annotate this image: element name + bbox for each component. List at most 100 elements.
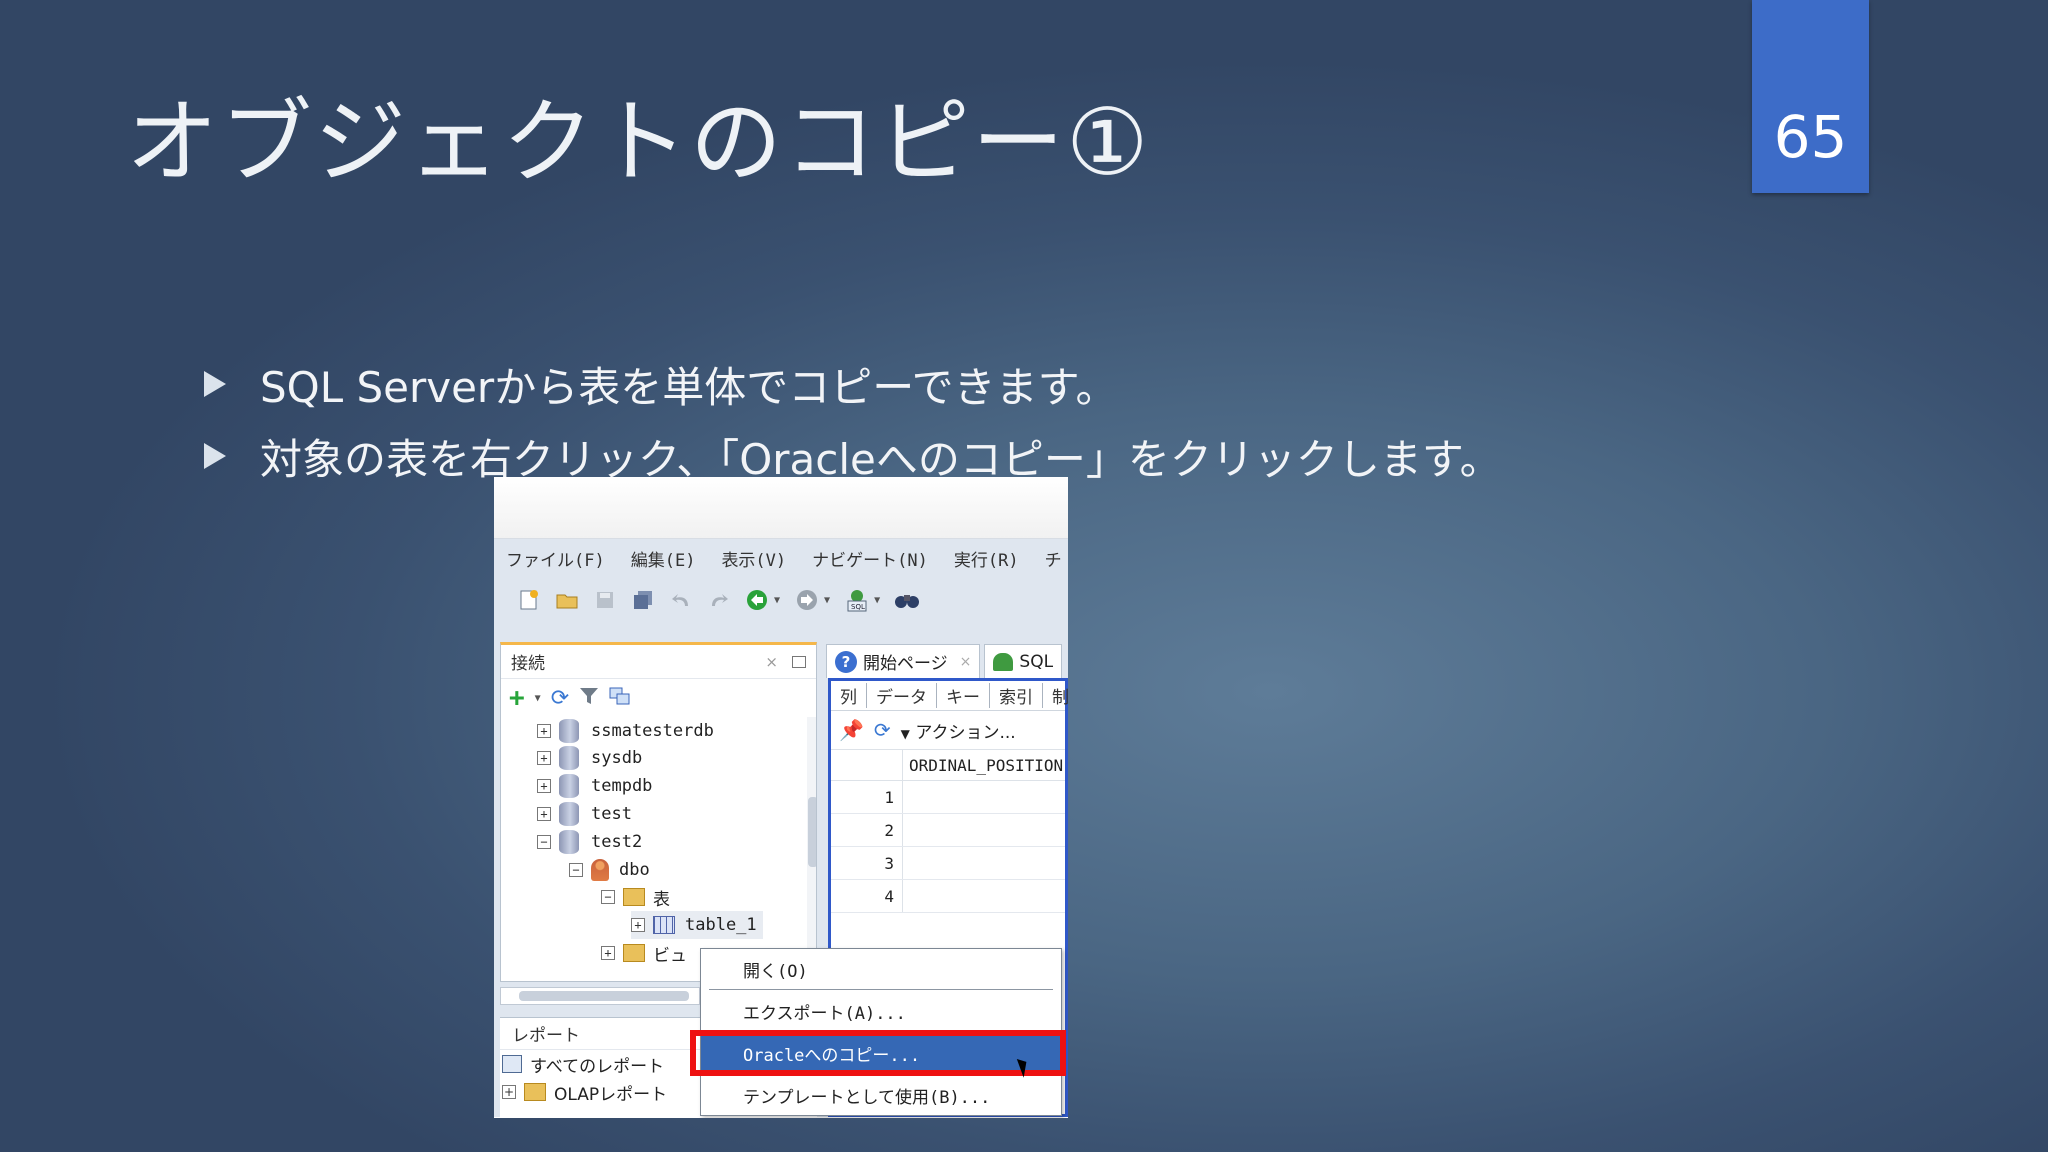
tree-node-test[interactable]: + test — [537, 800, 632, 828]
table-row[interactable]: 1 — [831, 781, 1065, 814]
new-file-icon[interactable] — [516, 587, 542, 613]
undo-icon[interactable] — [668, 587, 694, 613]
column-header-ordinal-position[interactable]: ORDINAL_POSITION — [903, 756, 1063, 775]
table-icon — [653, 916, 675, 934]
connection-tree: + ssmatesterdb + sysdb + tempdb + test − test… — [501, 717, 801, 981]
subtab-keys[interactable]: キー — [937, 683, 990, 708]
toolbar: ▼ ▼ SQL ▼ — [494, 577, 1068, 623]
refresh-icon[interactable]: ⟳ — [551, 686, 569, 711]
row-number: 2 — [831, 814, 903, 846]
tree-vertical-scrollbar[interactable] — [807, 717, 816, 981]
schema-user-icon — [591, 859, 609, 881]
tree-node-ssmatesterdb[interactable]: + ssmatesterdb — [537, 717, 714, 745]
table-row[interactable]: 2 — [831, 814, 1065, 847]
tab-start-page[interactable]: ? 開始ページ × — [826, 644, 981, 678]
menu-view[interactable]: 表示(V) — [721, 546, 786, 571]
expand-icon[interactable]: + — [631, 918, 645, 932]
row-number-header — [831, 750, 903, 780]
tree-node-tempdb[interactable]: + tempdb — [537, 772, 652, 800]
save-icon[interactable] — [592, 587, 618, 613]
tree-node-test2[interactable]: − test2 — [537, 828, 642, 856]
expand-icon[interactable]: + — [537, 807, 551, 821]
scroll-thumb[interactable] — [808, 797, 816, 867]
subtab-columns[interactable]: 列 — [831, 683, 867, 708]
bullet-list: SQL Serverから表を単体でコピーできます。 対象の表を右クリック、「Or… — [200, 348, 1502, 492]
expand-icon[interactable]: + — [537, 724, 551, 738]
sql-dropdown-icon[interactable]: ▼ — [874, 595, 880, 606]
save-all-icon[interactable] — [630, 587, 656, 613]
filter-icon[interactable] — [579, 686, 599, 710]
expand-icon[interactable]: + — [502, 1085, 516, 1099]
highlight-box — [690, 1030, 1066, 1076]
add-dropdown-icon[interactable]: ▼ — [535, 693, 541, 704]
actions-dropdown[interactable]: ▼ アクション... — [901, 718, 1016, 743]
row-number: 1 — [831, 781, 903, 813]
close-icon[interactable]: × — [765, 653, 778, 671]
close-tab-icon[interactable]: × — [960, 654, 972, 670]
expand-icon[interactable]: + — [601, 946, 615, 960]
tree-node-dbo[interactable]: − dbo — [569, 856, 650, 884]
redo-icon[interactable] — [706, 587, 732, 613]
expand-icon[interactable]: + — [537, 779, 551, 793]
open-folder-icon[interactable] — [554, 587, 580, 613]
collapse-icon[interactable]: − — [601, 890, 615, 904]
tree-label: tempdb — [591, 776, 653, 796]
forward-dropdown-icon[interactable]: ▼ — [824, 595, 830, 606]
menu-navigate[interactable]: ナビゲート(N) — [812, 546, 928, 571]
tree-node-views[interactable]: + ビュ — [601, 939, 687, 967]
menu-item-use-as-template[interactable]: テンプレートとして使用(B)... — [701, 1075, 1061, 1115]
add-connection-icon[interactable]: + — [509, 685, 525, 711]
tree-label: ビュ — [653, 945, 687, 966]
tab-sql[interactable]: SQL — [984, 644, 1063, 678]
tree-horizontal-scrollbar[interactable] — [500, 987, 700, 1005]
bullet-arrow-icon — [204, 443, 226, 469]
menu-separator — [709, 989, 1053, 990]
back-dropdown-icon[interactable]: ▼ — [774, 595, 780, 606]
scroll-thumb[interactable] — [519, 991, 689, 1001]
find-binoculars-icon[interactable] — [894, 587, 920, 613]
menu-run[interactable]: 実行(R) — [954, 546, 1019, 571]
report-label: OLAPレポート — [554, 1084, 668, 1105]
schema-browser-icon[interactable] — [609, 686, 631, 710]
menu-more[interactable]: チ — [1045, 546, 1062, 571]
menu-file[interactable]: ファイル(F) — [506, 546, 605, 571]
pin-icon[interactable]: 📌 — [839, 718, 864, 742]
tab-label: SQL — [1019, 651, 1054, 672]
folder-icon — [623, 888, 645, 906]
bullet-text: SQL Serverから表を単体でコピーできます。 — [260, 362, 1118, 412]
table-row[interactable]: 4 — [831, 880, 1065, 913]
sql-worksheet-icon[interactable]: SQL — [844, 587, 870, 613]
menu-item-open[interactable]: 開く(O) — [701, 949, 1061, 989]
subtab-indexes[interactable]: 索引 — [990, 683, 1043, 708]
tree-node-sysdb[interactable]: + sysdb — [537, 744, 642, 772]
tree-node-table-1[interactable]: + table_1 — [631, 911, 763, 939]
collapse-icon[interactable]: − — [537, 835, 551, 849]
report-label: すべてのレポート — [530, 1056, 665, 1077]
window-titlebar — [494, 477, 1068, 539]
editor-tabs: ? 開始ページ × SQL — [826, 642, 1068, 678]
back-icon[interactable] — [744, 587, 770, 613]
refresh-icon[interactable]: ⟳ — [874, 718, 891, 742]
table-subtabs: 列 データ キー 索引 制 — [831, 681, 1068, 711]
tree-node-tables[interactable]: − 表 — [601, 883, 670, 911]
menu-edit[interactable]: 編集(E) — [631, 546, 696, 571]
page-number: 65 — [1773, 103, 1848, 171]
database-icon — [559, 830, 579, 854]
subtab-constraints[interactable]: 制 — [1043, 683, 1068, 708]
report-folder-icon — [502, 1055, 522, 1073]
connections-header: 接続 × — [501, 645, 816, 679]
subtab-data[interactable]: データ — [867, 683, 937, 708]
actions-label: アクション... — [915, 722, 1016, 743]
table-row[interactable]: 3 — [831, 847, 1065, 880]
help-icon: ? — [835, 650, 857, 673]
actions-bar: 📌 ⟳ ▼ アクション... — [831, 711, 1065, 749]
expand-icon[interactable]: + — [537, 751, 551, 765]
collapse-icon[interactable]: − — [569, 863, 583, 877]
menu-item-export[interactable]: エクスポート(A)... — [701, 991, 1061, 1031]
tree-label: ssmatesterdb — [591, 721, 714, 741]
minimize-icon[interactable] — [792, 655, 806, 668]
forward-icon[interactable] — [794, 587, 820, 613]
grid-header: ORDINAL_POSITION — [831, 749, 1065, 781]
connections-title: 接続 — [511, 654, 545, 674]
sql-icon — [993, 652, 1014, 671]
